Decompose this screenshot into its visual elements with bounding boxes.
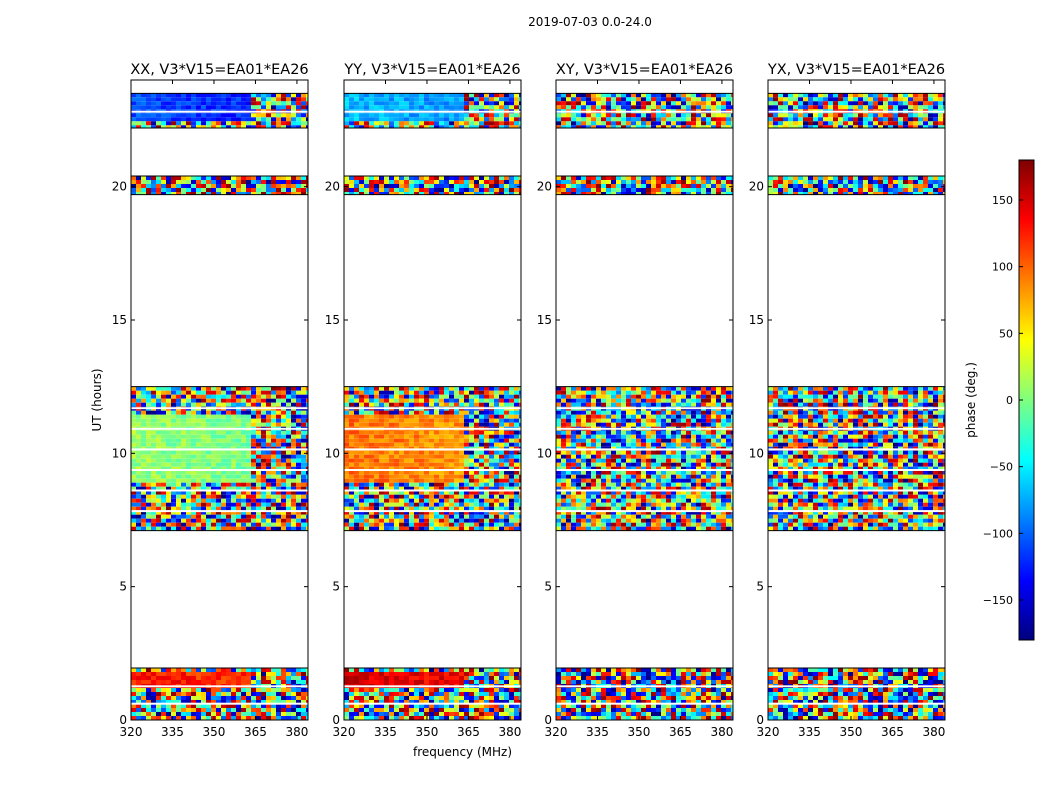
y-tick-label: 15 — [325, 313, 340, 327]
heatmap-block — [131, 175, 308, 196]
y-tick-label: 10 — [112, 446, 127, 460]
y-tick-label: 10 — [537, 446, 552, 460]
y-tick-label: 5 — [332, 580, 340, 594]
x-tick-label: 335 — [374, 725, 397, 739]
x-tick-label: 320 — [757, 725, 780, 739]
colorbar-tick-label: 0 — [1006, 394, 1013, 407]
x-tick-label: 365 — [669, 725, 692, 739]
panel-xx: XX, V3*V15=EA01*EA26 320 335 350 365 380 0 5 10 1… — [90, 62, 309, 739]
heatmap-cells — [344, 92, 521, 721]
x-tick-label: 335 — [798, 725, 821, 739]
heatmap-block — [344, 175, 521, 196]
y-tick-label: 10 — [749, 446, 764, 460]
x-tick-label: 350 — [840, 725, 863, 739]
colorbar-tick-label: 150 — [992, 194, 1013, 207]
y-tick-label: 20 — [749, 180, 764, 194]
heatmap-block — [344, 386, 521, 532]
heatmap-block — [768, 667, 945, 721]
x-tick-label: 350 — [628, 725, 651, 739]
heatmap-block — [344, 92, 521, 129]
x-tick-label: 320 — [120, 725, 143, 739]
x-tick-label: 380 — [285, 725, 308, 739]
y-tick-label: 5 — [544, 580, 552, 594]
x-tick-label: 335 — [586, 725, 609, 739]
heatmap-cells — [556, 92, 733, 721]
y-tick-label: 20 — [325, 180, 340, 194]
x-tick-label: 320 — [545, 725, 568, 739]
figure-title: 2019-07-03 0.0-24.0 — [528, 15, 652, 29]
x-tick-label: 320 — [333, 725, 356, 739]
heatmap-block — [556, 667, 733, 721]
colorbar-tick-label: −50 — [990, 461, 1013, 474]
heatmap-block — [131, 386, 308, 532]
y-tick-label: 15 — [537, 313, 552, 327]
y-tick-label: 20 — [537, 180, 552, 194]
panel-yy: YY, V3*V15=EA01*EA26 320 335 350 365 380 0 5 10 1… — [325, 62, 522, 759]
x-tick-label: 380 — [922, 725, 945, 739]
y-tick-label: 0 — [544, 713, 552, 727]
x-tick-label: 380 — [498, 725, 521, 739]
colorbar: 150 100 50 0 −50 −100 −150 phase (deg.) — [964, 159, 1035, 641]
heatmap-block — [556, 386, 733, 532]
x-tick-label: 380 — [710, 725, 733, 739]
y-tick-label: 0 — [332, 713, 340, 727]
x-tick-label: 365 — [881, 725, 904, 739]
y-tick-label: 15 — [749, 313, 764, 327]
heatmap-block — [131, 667, 308, 721]
y-tick-label: 20 — [112, 180, 127, 194]
heatmap-block — [344, 667, 521, 721]
panel-title: YY, V3*V15=EA01*EA26 — [343, 62, 520, 78]
panel-title: YX, V3*V15=EA01*EA26 — [767, 62, 945, 78]
x-tick-label: 335 — [161, 725, 184, 739]
panel-title: XY, V3*V15=EA01*EA26 — [556, 62, 733, 78]
colorbar-tick-label: −150 — [983, 594, 1013, 607]
heatmap-cells — [131, 92, 308, 721]
y-tick-label: 0 — [756, 713, 764, 727]
colorbar-tick-label: −100 — [983, 527, 1013, 540]
y-tick-label: 10 — [325, 446, 340, 460]
heatmap-block — [556, 175, 733, 196]
heatmap-block — [556, 92, 733, 129]
y-tick-label: 15 — [112, 313, 127, 327]
panel-yx: YX, V3*V15=EA01*EA26 320 335 350 365 380 0 5 10 1… — [749, 62, 946, 739]
heatmap-block — [768, 92, 945, 129]
y-tick-label: 5 — [756, 580, 764, 594]
y-tick-label: 0 — [119, 713, 127, 727]
colorbar-tick-label: 50 — [999, 327, 1013, 340]
x-axis-label: frequency (MHz) — [413, 745, 512, 759]
heatmap-block — [131, 92, 308, 129]
colorbar-label: phase (deg.) — [964, 362, 978, 438]
heatmap-block — [768, 386, 945, 532]
x-tick-label: 365 — [244, 725, 267, 739]
figure: 2019-07-03 0.0-24.0 XX, V3*V15=EA01*EA26… — [90, 15, 1035, 759]
heatmap-cells — [768, 92, 945, 721]
panel-xy: XY, V3*V15=EA01*EA26 320 335 350 365 380 0 5 10 1… — [537, 62, 734, 739]
colorbar-tick-label: 100 — [992, 261, 1013, 274]
y-tick-label: 5 — [119, 580, 127, 594]
y-axis-label: UT (hours) — [90, 368, 104, 431]
x-tick-label: 350 — [203, 725, 226, 739]
x-tick-label: 365 — [457, 725, 480, 739]
heatmap-block — [768, 175, 945, 196]
x-tick-label: 350 — [416, 725, 439, 739]
panel-title: XX, V3*V15=EA01*EA26 — [130, 62, 308, 78]
